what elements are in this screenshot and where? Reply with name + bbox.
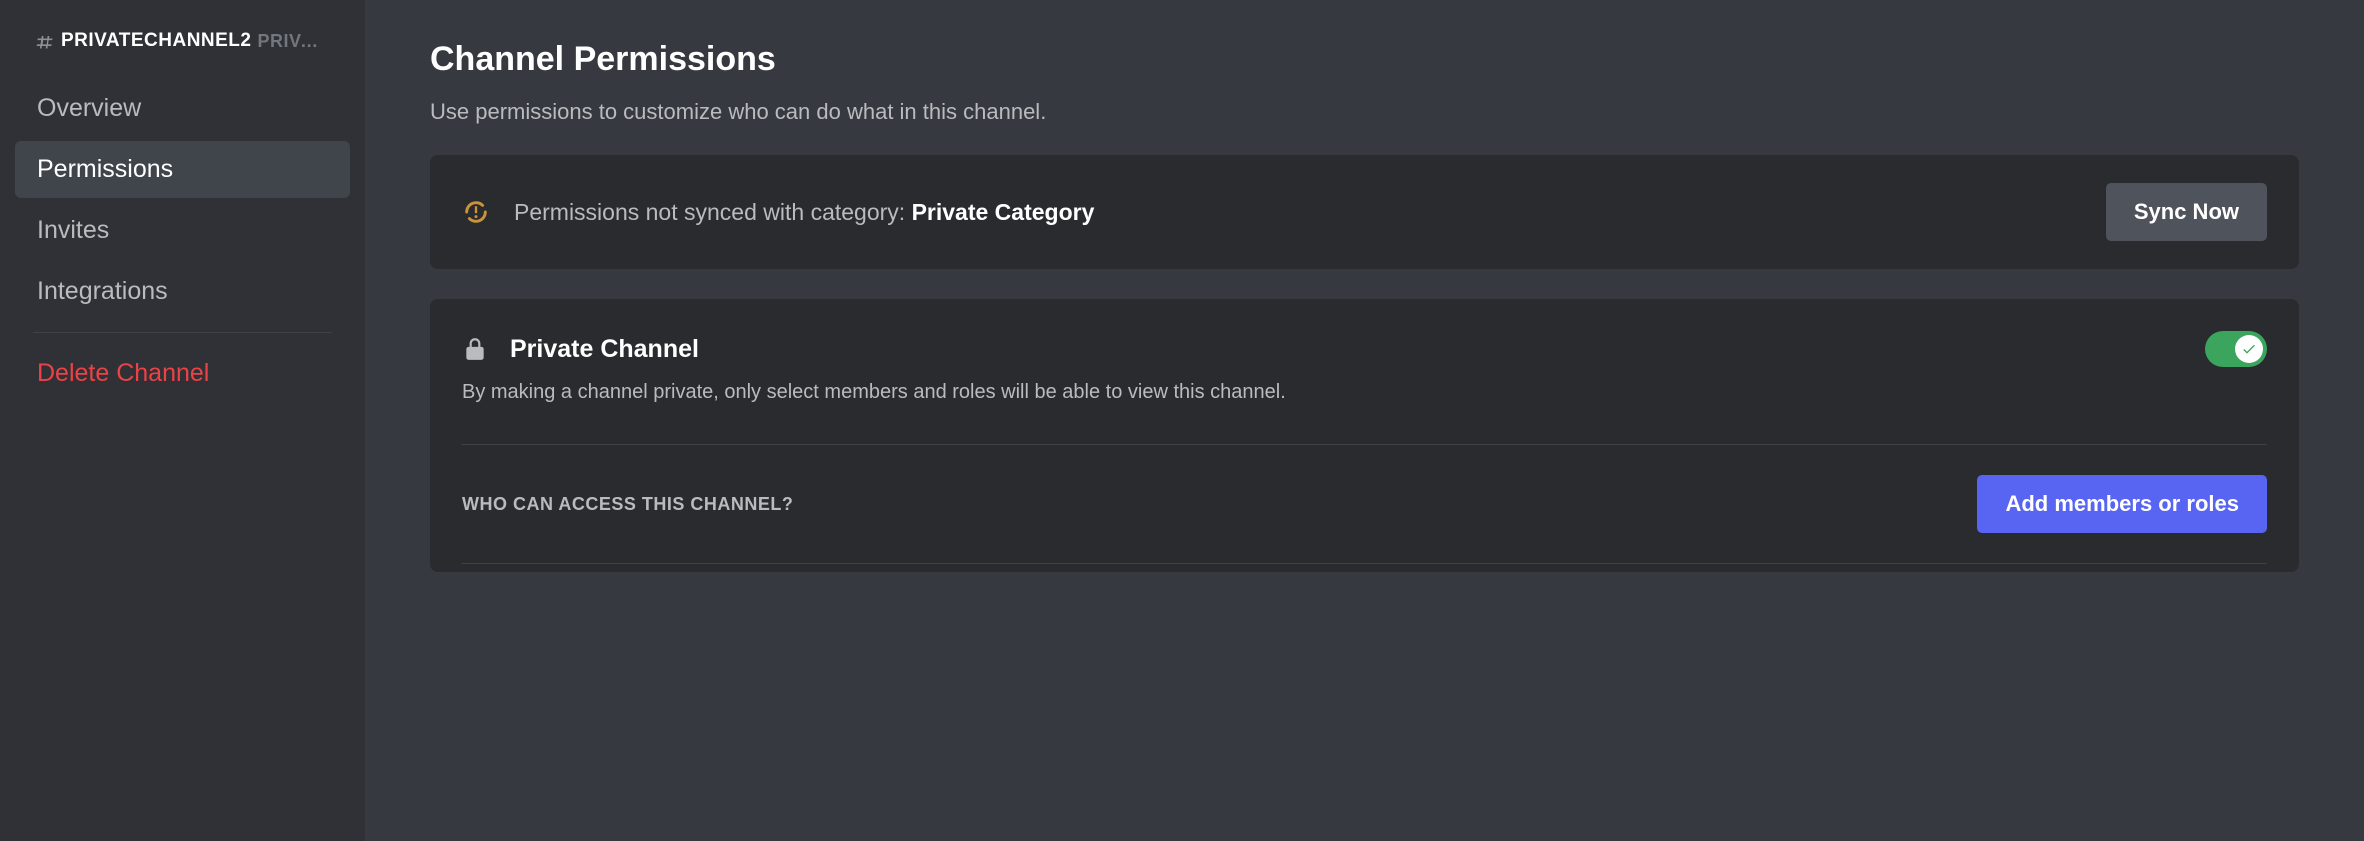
private-header: Private Channel — [462, 331, 2267, 367]
divider — [33, 332, 332, 333]
private-toggle[interactable] — [2205, 331, 2267, 367]
page-title: Channel Permissions — [430, 40, 2299, 79]
channel-header: PRIVATECHANNEL2 PRIVA... — [15, 30, 350, 80]
private-description: By making a channel private, only select… — [462, 381, 2267, 404]
hash-icon — [35, 31, 55, 51]
add-members-button[interactable]: Add members or roles — [1977, 475, 2267, 533]
channel-name: PRIVATECHANNEL2 — [61, 30, 251, 52]
private-card: Private Channel By making a channel priv… — [430, 299, 2299, 572]
sync-left: Permissions not synced with category: Pr… — [462, 198, 1094, 226]
access-title: WHO CAN ACCESS THIS CHANNEL? — [462, 494, 793, 515]
toggle-knob — [2235, 335, 2263, 363]
sync-text: Permissions not synced with category: Pr… — [514, 199, 1094, 226]
sync-warning-icon — [462, 198, 490, 226]
page-subtitle: Use permissions to customize who can do … — [430, 99, 2299, 125]
check-icon — [2241, 341, 2257, 357]
channel-category: PRIVA... — [257, 31, 330, 52]
lock-icon — [462, 336, 488, 362]
private-channel-title: Private Channel — [510, 335, 699, 364]
nav-permissions[interactable]: Permissions — [15, 141, 350, 198]
sync-text-prefix: Permissions not synced with category: — [514, 199, 912, 225]
access-section: WHO CAN ACCESS THIS CHANNEL? Add members… — [462, 444, 2267, 564]
sync-category-name: Private Category — [912, 199, 1095, 225]
nav-invites[interactable]: Invites — [15, 202, 350, 259]
main-content: Channel Permissions Use permissions to c… — [365, 0, 2364, 841]
sync-now-button[interactable]: Sync Now — [2106, 183, 2267, 241]
nav-delete-channel[interactable]: Delete Channel — [15, 345, 350, 402]
private-left: Private Channel — [462, 335, 699, 364]
nav-overview[interactable]: Overview — [15, 80, 350, 137]
sync-card: Permissions not synced with category: Pr… — [430, 155, 2299, 269]
sidebar: PRIVATECHANNEL2 PRIVA... Overview Permis… — [0, 0, 365, 841]
nav-integrations[interactable]: Integrations — [15, 263, 350, 320]
